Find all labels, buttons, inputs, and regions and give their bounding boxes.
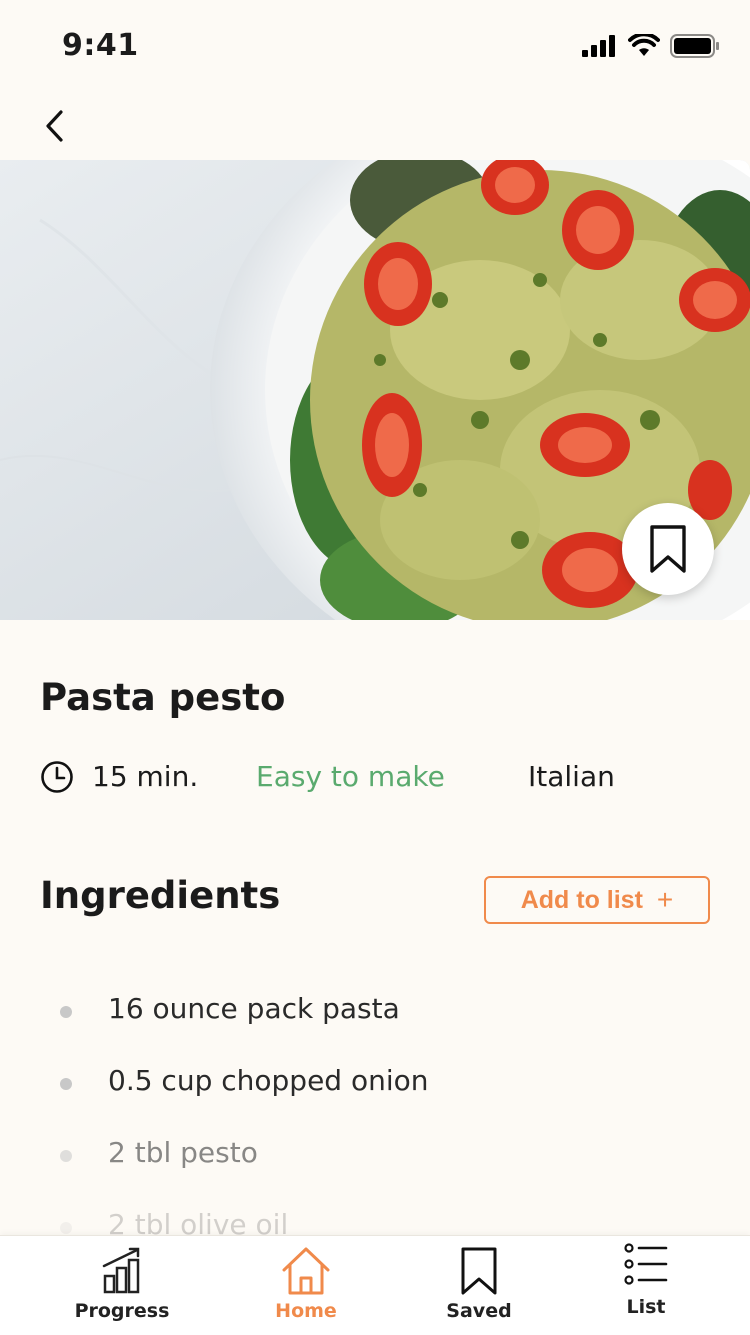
plus-icon: + bbox=[656, 884, 674, 915]
bullet-icon bbox=[60, 1006, 72, 1018]
tab-list[interactable]: List bbox=[576, 1236, 716, 1335]
bookmark-icon bbox=[461, 1247, 497, 1295]
bullet-icon bbox=[60, 1078, 72, 1090]
bullet-icon bbox=[60, 1150, 72, 1162]
recipe-title: Pasta pesto bbox=[40, 676, 286, 719]
bookmark-icon bbox=[650, 525, 686, 573]
home-icon bbox=[282, 1247, 330, 1295]
add-to-list-button[interactable]: Add to list + bbox=[484, 876, 710, 924]
signal-icon bbox=[582, 35, 615, 57]
ingredient-list: 16 ounce pack pasta 0.5 cup chopped onio… bbox=[0, 980, 750, 1268]
wifi-icon bbox=[628, 34, 660, 56]
chart-icon bbox=[102, 1247, 140, 1294]
list-item: 2 tbl pesto bbox=[0, 1124, 750, 1196]
status-icons bbox=[582, 34, 720, 58]
ingredients-heading: Ingredients bbox=[40, 874, 281, 917]
recipe-meta: 15 min. Easy to make Italian bbox=[40, 758, 720, 798]
tab-bar: Progress Home Saved List bbox=[0, 1235, 750, 1335]
bullet-icon bbox=[60, 1222, 72, 1234]
ingredient-text: 0.5 cup chopped onion bbox=[108, 1064, 429, 1097]
ingredient-text: 16 ounce pack pasta bbox=[108, 992, 400, 1025]
chevron-left-icon bbox=[46, 110, 63, 142]
tab-label: List bbox=[626, 1296, 666, 1318]
status-bar: 9:41 bbox=[0, 0, 750, 96]
add-to-list-label: Add to list bbox=[520, 885, 643, 914]
save-recipe-button[interactable] bbox=[622, 503, 714, 595]
clock-icon bbox=[41, 761, 73, 793]
list-item: 0.5 cup chopped onion bbox=[0, 1052, 750, 1124]
difficulty-label: Easy to make bbox=[256, 760, 445, 793]
tab-home[interactable]: Home bbox=[236, 1236, 376, 1335]
tab-progress[interactable]: Progress bbox=[52, 1236, 192, 1335]
cuisine-label: Italian bbox=[528, 760, 615, 793]
back-button[interactable] bbox=[34, 104, 74, 148]
tab-saved[interactable]: Saved bbox=[409, 1236, 549, 1335]
tab-label: Progress bbox=[74, 1300, 170, 1322]
tab-label: Saved bbox=[446, 1300, 512, 1322]
cook-time: 15 min. bbox=[92, 760, 199, 793]
list-item: 16 ounce pack pasta bbox=[0, 980, 750, 1052]
status-time: 9:41 bbox=[62, 28, 139, 63]
ingredient-text: 2 tbl pesto bbox=[108, 1136, 258, 1169]
list-icon bbox=[624, 1243, 668, 1285]
tab-label: Home bbox=[275, 1300, 337, 1322]
battery-icon bbox=[670, 34, 719, 58]
